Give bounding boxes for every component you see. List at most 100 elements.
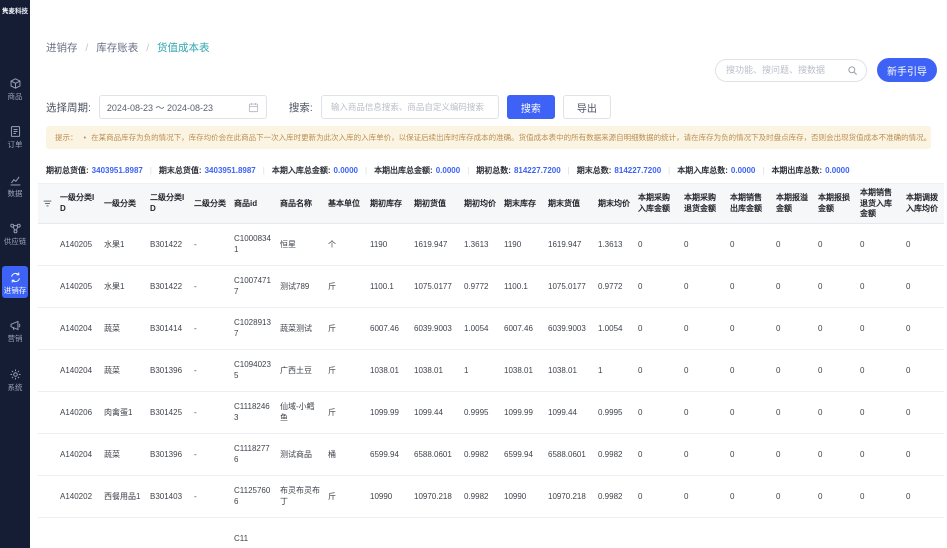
column-header[interactable]: 本期报损金额 [814, 183, 856, 225]
global-search-box[interactable] [715, 58, 867, 82]
table-cell: C10940235 [230, 349, 276, 393]
table-cell: - [190, 391, 230, 435]
guide-button[interactable]: 新手引导 [877, 58, 937, 82]
column-header[interactable]: 期初均价 [460, 183, 500, 225]
summary-separator: | [567, 165, 570, 175]
sidebar-item-data[interactable]: 数据 [2, 169, 28, 202]
table-cell: A140205 [56, 265, 100, 309]
table-row[interactable]: A140202 西餐用品1 B301403- C11257606 布灵布灵布丁斤 1099… [38, 475, 944, 519]
table-cell: 水果1 [100, 223, 146, 267]
breadcrumb-item-2[interactable]: 库存账表 [96, 42, 138, 54]
table-cell: 6039.9003 [410, 307, 460, 351]
table-cell: C11182776 [230, 433, 276, 477]
date-range-picker[interactable]: 2024-08-23 ～ 2024-08-23 [98, 95, 267, 119]
table-cell: 广西土豆 [276, 349, 324, 393]
table-cell: 0 [680, 433, 726, 477]
table-cell: A140204 [56, 433, 100, 477]
table-cell: 6588.0601 [410, 433, 460, 477]
sidebar-nav: 商品订单数据供应链进销存营销系统 [0, 72, 30, 396]
table-cell: A140204 [56, 307, 100, 351]
column-header[interactable]: 基本单位 [324, 183, 366, 225]
sidebar-item-supply-chain[interactable]: 供应链 [2, 217, 28, 250]
table-cell [460, 517, 500, 548]
table-cell: 0 [902, 433, 944, 477]
table-row[interactable]: A140205 水果1 B301422- C10074717 测试789 斤 1100.1 1… [38, 265, 944, 309]
column-header[interactable]: 二级分类ID [146, 183, 190, 225]
table-cell: 10970.218 [544, 475, 594, 519]
sidebar-item-label: 商品 [7, 91, 23, 101]
sidebar-item-system[interactable]: 系统 [2, 363, 28, 396]
column-header[interactable]: 一级分类ID [56, 183, 100, 225]
column-header[interactable]: 期初库存 [366, 183, 410, 225]
export-button[interactable]: 导出 [562, 95, 611, 119]
column-header[interactable]: 期末库存 [500, 183, 544, 225]
column-header[interactable]: 一级分类 [100, 183, 146, 225]
table-row[interactable]: A140204 蔬菜 B301396- C10940235 广西土豆斤 1038.01 10… [38, 349, 944, 393]
column-header[interactable]: 商品名称 [276, 183, 324, 225]
search-label: 搜索: [288, 101, 313, 114]
column-header[interactable]: 本期调拨入库均价 [902, 183, 944, 225]
product-search-input[interactable] [328, 101, 491, 113]
search-icon[interactable] [847, 65, 858, 76]
table-cell [500, 517, 544, 548]
product-box-icon [9, 77, 22, 90]
table-cell: 1100.1 [500, 265, 544, 309]
table-cell: 6007.46 [366, 307, 410, 351]
column-header[interactable]: 期初货值 [410, 183, 460, 225]
sidebar-item-inventory[interactable]: 进销存 [2, 265, 28, 299]
table-cell: 0.9982 [594, 433, 634, 477]
table-cell [146, 517, 190, 548]
row-lead-cell [38, 349, 56, 393]
table-cell: 1099.99 [500, 391, 544, 435]
product-search-box[interactable] [320, 95, 499, 119]
column-filter-icon[interactable] [42, 198, 53, 209]
global-search-input[interactable] [724, 64, 842, 76]
table-cell: 蔬菜 [100, 433, 146, 477]
table-cell: B301396 [146, 349, 190, 393]
column-header[interactable]: 商品id [230, 183, 276, 225]
summary-item: 本期入库总金额: 0.0000 [272, 165, 358, 176]
table-cell: 0 [902, 223, 944, 267]
summary-label: 本期出库总数: [771, 165, 823, 175]
table-row[interactable]: C11 [38, 517, 944, 548]
column-header[interactable]: 期末均价 [594, 183, 634, 225]
table-cell: - [190, 349, 230, 393]
table-cell [634, 517, 680, 548]
table-row[interactable]: A140204 蔬菜 B301414- C10289137 蔬菜测试斤 6007.46 60… [38, 307, 944, 351]
table-cell: B301422 [146, 265, 190, 309]
search-button[interactable]: 搜索 [506, 95, 555, 119]
table-cell: 6599.94 [500, 433, 544, 477]
supply-chain-icon [9, 222, 22, 235]
sidebar-item-order[interactable]: 订单 [2, 120, 28, 153]
table-row[interactable]: A140206 肉禽蛋1 B301425- C11182463 仙域-小鳕鱼斤 1099.… [38, 391, 944, 435]
summary-value: 0.0000 [435, 165, 461, 175]
table-cell: 0 [772, 391, 814, 435]
sidebar-item-label: 数据 [7, 188, 23, 198]
table-row[interactable]: A140204 蔬菜 B301396- C11182776 测试商品桶 6599.94 65… [38, 433, 944, 477]
column-header[interactable]: 本期销售退货入库金额 [856, 183, 902, 225]
table-cell [410, 517, 460, 548]
summary-label: 本期出库总金额: [374, 165, 433, 175]
summary-separator: | [364, 165, 368, 175]
column-header[interactable]: 本期采购入库金额 [634, 183, 680, 225]
table-cell: C11182463 [230, 391, 276, 435]
table-cell: 0 [856, 265, 902, 309]
breadcrumb-item-1[interactable]: 进销存 [46, 42, 78, 54]
hint-prefix: 提示： [55, 133, 78, 142]
sidebar-item-marketing[interactable]: 营销 [2, 314, 28, 347]
table-cell: 0 [726, 223, 772, 267]
column-header[interactable]: 期末货值 [544, 183, 594, 225]
sidebar-item-product[interactable]: 商品 [2, 72, 28, 105]
table-row[interactable]: A140205 水果1 B301422- C10008341 恒星个 1190 1619.9… [38, 223, 944, 267]
column-header[interactable]: 本期报溢金额 [772, 183, 814, 225]
sidebar-item-label: 供应链 [3, 237, 27, 247]
table-cell: 0 [726, 433, 772, 477]
table-cell: 0 [856, 475, 902, 519]
column-header[interactable]: 二级分类 [190, 183, 230, 225]
table-cell [544, 517, 594, 548]
table-cell [902, 517, 944, 548]
table-cell: 1038.01 [410, 349, 460, 393]
table-cell: 1.0054 [460, 307, 500, 351]
column-header[interactable]: 本期采购退货金额 [680, 183, 726, 225]
column-header[interactable]: 本期销售出库金额 [726, 183, 772, 225]
